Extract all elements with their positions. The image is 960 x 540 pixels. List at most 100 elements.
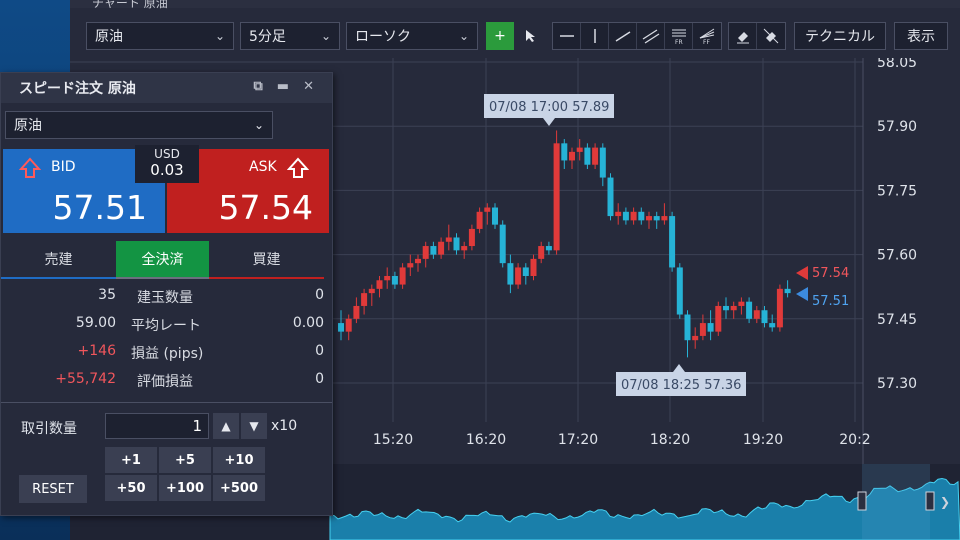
candle-body (338, 323, 344, 332)
order-symbol-select[interactable]: 原油 ⌄ (5, 111, 273, 139)
order-symbol-value: 原油 (14, 118, 42, 134)
cursor-button[interactable] (516, 22, 544, 50)
sell-pl-pips: +146 (77, 343, 116, 359)
chart-style-select-value: ローソク (355, 29, 411, 45)
hline-icon (559, 35, 574, 37)
bid-price: 57.51 (52, 188, 147, 227)
arrow-up-icon (19, 157, 41, 178)
candle-body (607, 177, 614, 217)
speed-order-titlebar[interactable]: スピード注文 原油 ⧉ ▬ ✕ (1, 73, 332, 103)
x-tick-label: 20:2 (839, 432, 870, 448)
minimize-icon[interactable]: ▬ (277, 79, 289, 94)
eraser-button[interactable] (729, 23, 757, 49)
quick-add-500-button[interactable]: +500 (213, 475, 265, 501)
candle-body (522, 267, 529, 276)
chart-window-title: チャート 原油 (92, 0, 168, 10)
candle-body (476, 211, 483, 229)
buy-unrealized-pl: 0 (315, 371, 324, 387)
low-tooltip: 07/08 18:25 57.36 (616, 364, 746, 396)
candle-body (707, 323, 714, 332)
average-rate-label: 平均レート (131, 318, 201, 334)
navigator-next-icon[interactable]: ❯ (940, 495, 950, 509)
candle-body (599, 147, 606, 178)
display-button[interactable]: 表示 (894, 22, 948, 50)
candle-body (445, 237, 452, 242)
quick-add-50-button[interactable]: +50 (105, 475, 157, 501)
buy-average-rate: 0.00 (292, 315, 324, 331)
vline-icon (593, 29, 596, 43)
quick-add-1-button[interactable]: +1 (105, 447, 157, 473)
candle-body (545, 246, 552, 251)
crosshair-icon: + (494, 28, 506, 44)
sell-average-rate: 59.00 (75, 315, 116, 331)
fibo-retracement-icon: FR (671, 29, 686, 45)
candle-body (345, 318, 352, 332)
bid-marker-label: 57.51 (812, 294, 849, 309)
reset-button[interactable]: RESET (19, 475, 87, 503)
candle-body (484, 207, 491, 212)
x-tick-label: 16:20 (466, 432, 506, 448)
x-tick-label: 19:20 (743, 432, 783, 448)
quick-add-100-button[interactable]: +100 (159, 475, 211, 501)
bid-label: BID (51, 159, 76, 175)
quantity-down-button[interactable]: ▼ (241, 413, 267, 439)
high-tooltip-label: 07/08 17:00 57.89 (489, 100, 609, 115)
eraser-all-button[interactable] (757, 23, 785, 49)
candle-body (538, 246, 545, 259)
y-tick-label: 58.05 (877, 58, 917, 71)
drawing-tools-group: FR FF (552, 22, 722, 50)
symbol-select[interactable]: 原油 ⌄ (86, 22, 234, 50)
channel-button[interactable] (637, 23, 665, 49)
candle-body (422, 246, 429, 259)
chart-titlebar[interactable] (70, 0, 960, 8)
navigator-right-handle[interactable] (925, 491, 935, 511)
candle-body (415, 258, 421, 264)
fibo-retracement-button[interactable]: FR (665, 23, 693, 49)
cursor-icon (526, 30, 535, 42)
quick-add-10-button[interactable]: +10 (213, 447, 265, 473)
svg-text:FF: FF (703, 39, 710, 45)
channel-icon (642, 29, 659, 44)
hline-button[interactable] (553, 23, 581, 49)
candle-body (592, 147, 599, 165)
technical-button[interactable]: テクニカル (794, 22, 886, 50)
spread-box: USD 0.03 (135, 145, 199, 183)
fibo-fan-button[interactable]: FF (693, 23, 721, 49)
navigator-window[interactable] (862, 464, 930, 540)
candle-body (576, 147, 583, 152)
chart-style-select[interactable]: ローソク ⌄ (346, 22, 478, 50)
close-icon[interactable]: ✕ (303, 79, 314, 94)
interval-select-value: 5分足 (249, 29, 286, 45)
candle-body (738, 301, 745, 306)
high-tooltip: 07/08 17:00 57.89 (484, 94, 614, 126)
candle-body (461, 246, 468, 251)
unrealized-pl-label: 評価損益 (137, 374, 193, 390)
crosshair-button[interactable]: + (486, 22, 514, 50)
order-tabs: 売建 全決済 買建 (1, 241, 332, 279)
y-tick-label: 57.90 (877, 119, 917, 135)
trade-quantity-input[interactable]: 1 (105, 413, 209, 439)
candle-body (453, 237, 460, 251)
candle-body (776, 288, 783, 328)
tab-close-all[interactable]: 全決済 (116, 241, 209, 277)
quantity-multiplier: x10 (271, 418, 298, 434)
quantity-up-button[interactable]: ▲ (213, 413, 239, 439)
tab-sell[interactable]: 売建 (1, 241, 116, 277)
popout-icon[interactable]: ⧉ (254, 79, 263, 94)
quick-add-5-button[interactable]: +5 (159, 447, 211, 473)
trendline-button[interactable] (609, 23, 637, 49)
sell-unrealized-pl: +55,742 (55, 371, 116, 387)
y-tick-label: 57.45 (877, 312, 917, 328)
chevron-down-icon: ⌄ (253, 118, 264, 132)
speed-order-title: スピード注文 原油 (19, 81, 136, 97)
interval-select[interactable]: 5分足 ⌄ (240, 22, 340, 50)
candle-body (784, 288, 791, 294)
candle-body (492, 207, 498, 225)
low-tooltip-label: 07/08 18:25 57.36 (621, 378, 741, 393)
unrealized-pl-row: +55,742 評価損益 0 (1, 367, 332, 395)
candle-body (746, 301, 753, 319)
vline-button[interactable] (581, 23, 609, 49)
tab-buy[interactable]: 買建 (209, 241, 324, 277)
navigator-left-handle[interactable] (857, 491, 867, 511)
candle-body (468, 228, 475, 247)
